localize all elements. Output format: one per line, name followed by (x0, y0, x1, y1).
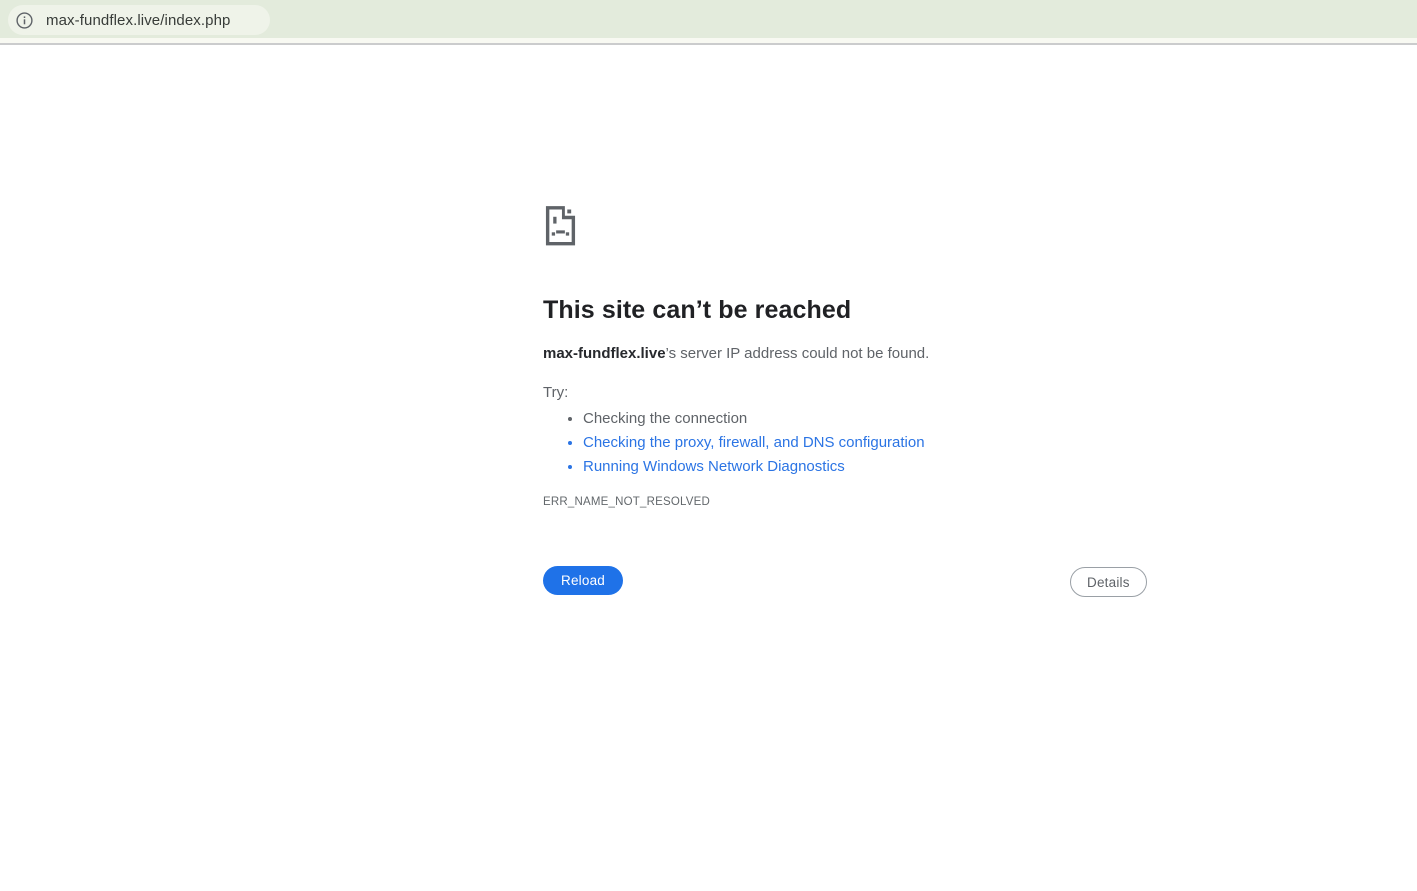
reload-button[interactable]: Reload (543, 566, 623, 595)
suggestion-item-connection: Checking the connection (583, 407, 1143, 431)
error-code: ERR_NAME_NOT_RESOLVED (543, 496, 710, 508)
suggestion-list: Checking the connection Checking the pro… (543, 407, 1143, 479)
button-row: Reload Details (543, 566, 1147, 597)
error-message: max-fundflex.live’s server IP address co… (543, 344, 1143, 364)
suggestion-link-proxy[interactable]: Checking the proxy, firewall, and DNS co… (583, 434, 925, 451)
suggestion-item-diagnostics: Running Windows Network Diagnostics (583, 455, 1143, 479)
sad-file-icon (545, 206, 576, 246)
details-button[interactable]: Details (1070, 567, 1147, 597)
info-icon[interactable] (16, 11, 33, 29)
error-message-rest: ’s server IP address could not be found. (665, 345, 930, 362)
browser-toolbar: max-fundflex.live/index.php (0, 0, 1417, 38)
url-text[interactable]: max-fundflex.live/index.php (46, 12, 230, 29)
suggestion-link-diagnostics[interactable]: Running Windows Network Diagnostics (583, 458, 845, 475)
suggestion-text-connection: Checking the connection (583, 410, 748, 427)
try-label: Try: (543, 384, 569, 401)
error-page: This site can’t be reached max-fundflex.… (543, 204, 1147, 597)
address-bar[interactable]: max-fundflex.live/index.php (8, 5, 270, 35)
error-title: This site can’t be reached (543, 296, 852, 324)
suggestion-item-proxy: Checking the proxy, firewall, and DNS co… (583, 431, 1143, 455)
error-domain: max-fundflex.live (543, 345, 666, 362)
toolbar-divider (0, 43, 1417, 45)
